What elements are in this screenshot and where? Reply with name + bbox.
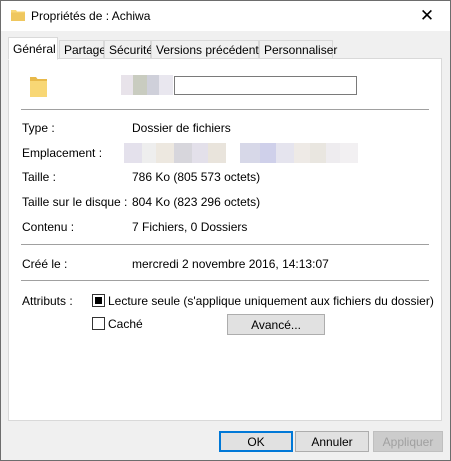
- size-on-disk-value: 804 Ko (823 296 octets): [132, 195, 261, 209]
- ok-button[interactable]: OK: [219, 431, 293, 452]
- tab-security[interactable]: Sécurité: [104, 40, 153, 58]
- readonly-label: Lecture seule (s'applique uniquement aux…: [108, 294, 434, 308]
- folder-icon: [30, 77, 47, 97]
- redacted-name-prefix: [121, 75, 173, 95]
- tab-strip: Général Partage Sécurité Versions précéd…: [8, 37, 443, 60]
- separator: [21, 109, 429, 110]
- location-label: Emplacement :: [22, 146, 103, 160]
- created-label: Créé le :: [22, 257, 68, 271]
- size-on-disk-label: Taille sur le disque :: [22, 195, 128, 209]
- apply-button[interactable]: Appliquer: [373, 431, 443, 452]
- folder-name-input[interactable]: [174, 76, 357, 95]
- readonly-checkbox[interactable]: [92, 294, 105, 307]
- folder-icon: [11, 10, 25, 21]
- close-icon: ✕: [419, 6, 435, 25]
- created-value: mercredi 2 novembre 2016, 14:13:07: [132, 257, 329, 271]
- hidden-checkbox[interactable]: [92, 317, 105, 330]
- size-label: Taille :: [22, 170, 57, 184]
- contents-value: 7 Fichiers, 0 Dossiers: [132, 220, 248, 234]
- cancel-button[interactable]: Annuler: [295, 431, 369, 452]
- close-button[interactable]: ✕: [404, 1, 450, 31]
- size-value: 786 Ko (805 573 octets): [132, 170, 261, 184]
- tab-customize[interactable]: Personnaliser: [259, 40, 337, 58]
- hidden-label: Caché: [108, 317, 143, 331]
- tab-general[interactable]: Général: [8, 37, 58, 60]
- tab-sharing[interactable]: Partage: [59, 40, 106, 58]
- attributes-label: Attributs :: [22, 294, 73, 308]
- separator: [21, 280, 429, 281]
- type-value: Dossier de fichiers: [132, 121, 231, 135]
- contents-label: Contenu :: [22, 220, 75, 234]
- separator: [21, 244, 429, 245]
- general-tab-panel: Type : Dossier de fichiers Emplacement :…: [8, 58, 442, 421]
- title-bar: Propriétés de : Achiwa ✕: [1, 1, 450, 31]
- properties-dialog: Propriétés de : Achiwa ✕ Général Partage…: [0, 0, 451, 461]
- window-title: Propriétés de : Achiwa: [31, 9, 151, 23]
- type-label: Type :: [22, 121, 55, 135]
- advanced-button[interactable]: Avancé...: [227, 314, 325, 335]
- tab-previous-versions[interactable]: Versions précédentes: [151, 40, 271, 58]
- redacted-location: [124, 143, 360, 163]
